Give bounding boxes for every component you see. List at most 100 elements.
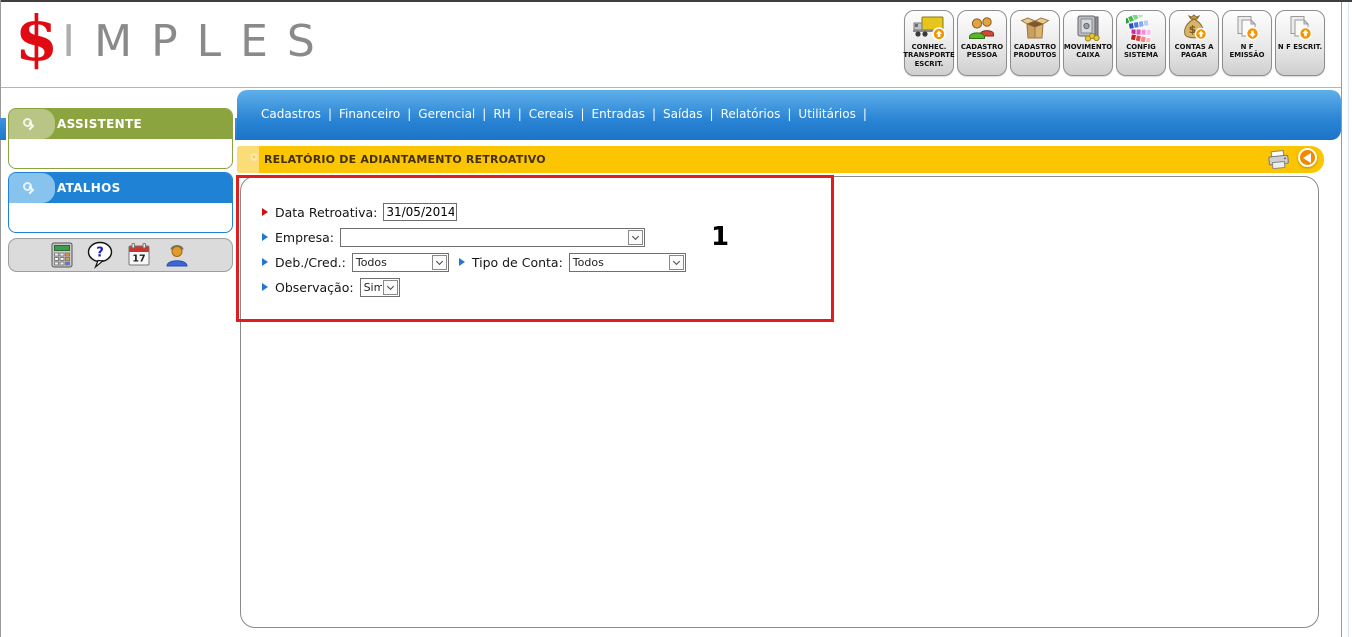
toolbar-button-n-f-emissao[interactable]: N F EMISSÃO — [1222, 10, 1272, 76]
menu-items: Cadastros | Financeiro | Gerencial | RH | Cereai… — [237, 90, 1341, 121]
menu-item-cadastros[interactable]: Cadastros — [261, 107, 321, 121]
toolbar-button-label: CONTAS A PAGAR — [1171, 43, 1217, 60]
observacao-label: Observação: — [275, 280, 354, 295]
document-up-icon — [1286, 13, 1314, 43]
menu-item-saidas[interactable]: Saídas — [663, 107, 703, 121]
bullet-icon — [459, 258, 465, 266]
bullet-icon — [262, 208, 268, 216]
atalhos-header[interactable]: ATALHOS — [9, 173, 232, 203]
deb-cred-label: Deb./Cred.: — [275, 255, 346, 270]
palette-icon — [1126, 13, 1156, 43]
empresa-select-value — [341, 229, 627, 246]
atalhos-title: ATALHOS — [57, 181, 121, 195]
toolbar-button-label: N F EMISSÃO — [1224, 43, 1270, 60]
logo-rest: MPLES — [94, 16, 334, 67]
logo-text: IMPLES — [62, 6, 334, 64]
data-retroativa-input[interactable] — [383, 203, 457, 221]
combo-dropdown-button[interactable] — [383, 280, 398, 295]
chevron-down-icon — [673, 257, 680, 264]
svg-text:?: ? — [96, 246, 104, 261]
observacao-select-value: Sim — [361, 279, 382, 296]
empresa-label: Empresa: — [275, 230, 334, 245]
window-frame-left — [0, 0, 1, 637]
menu-item-rh[interactable]: RH — [493, 107, 510, 121]
menu-item-utilitarios[interactable]: Utilitários — [798, 107, 855, 121]
calendar-icon[interactable]: 17 — [127, 242, 151, 268]
toolbar-button-cadastro-pessoa[interactable]: CADASTRO PESSOA — [957, 10, 1007, 76]
tipo-conta-select-value: Todos — [570, 254, 668, 271]
toolbar-button-n-f-escrit[interactable]: N F ESCRIT. — [1275, 10, 1325, 76]
combo-dropdown-button[interactable] — [432, 255, 447, 270]
menu-bar: Cadastros | Financeiro | Gerencial | RH | Cereai… — [237, 90, 1341, 140]
menu-item-financeiro[interactable]: Financeiro — [339, 107, 400, 121]
menu-item-relatorios[interactable]: Relatórios — [721, 107, 781, 121]
toolbar-button-config-sistema[interactable]: CONFIG SISTEMA — [1116, 10, 1166, 76]
window-frame-right — [1341, 2, 1342, 637]
toolbar-button-contas-a-pagar[interactable]: $CONTAS A PAGAR — [1169, 10, 1219, 76]
tipo-conta-select[interactable]: Todos — [569, 253, 686, 272]
header: $ IMPLES CONHEC. TRANSPORTE ESCRIT. CADAS… — [1, 2, 1341, 88]
field-empresa: Empresa: — [262, 227, 645, 247]
dollar-sign-icon: $ — [15, 6, 58, 71]
toolbar-button-label: N F ESCRIT. — [1278, 43, 1322, 51]
menu-separator: | — [581, 107, 585, 121]
deb-cred-select[interactable]: Todos — [352, 253, 449, 272]
menu-separator: | — [863, 107, 867, 121]
bullet-icon — [262, 283, 268, 291]
combo-dropdown-button[interactable] — [669, 255, 684, 270]
safe-icon — [1074, 13, 1102, 43]
toolbar-button-label: MOVIMENTO CAIXA — [1064, 43, 1112, 60]
people-icon — [967, 13, 997, 43]
application-window: $ IMPLES CONHEC. TRANSPORTE ESCRIT. CADAS… — [0, 0, 1352, 637]
toolbar-button-movimento-caixa[interactable]: MOVIMENTO CAIXA — [1063, 10, 1113, 76]
bullet-icon — [262, 233, 268, 241]
menu-item-entradas[interactable]: Entradas — [592, 107, 645, 121]
arrow-circle-icon — [23, 118, 32, 127]
help-icon[interactable]: ? — [86, 241, 114, 269]
annotation-number: 1 — [711, 222, 729, 252]
menu-separator: | — [328, 107, 332, 121]
toolbar-button-conhec-transporte-escrit[interactable]: CONHEC. TRANSPORTE ESCRIT. — [904, 10, 954, 76]
money-bag-icon: $ — [1180, 13, 1208, 43]
svg-text:17: 17 — [132, 254, 145, 265]
toolbar-button-label: CADASTRO PRODUTOS — [1012, 43, 1058, 60]
bullet-icon — [262, 258, 268, 266]
chevron-down-icon — [436, 257, 443, 264]
toolbar-button-label: CONFIG SISTEMA — [1118, 43, 1164, 60]
back-icon[interactable] — [1298, 148, 1317, 167]
empresa-select[interactable] — [340, 228, 645, 247]
field-data-retroativa: Data Retroativa: — [262, 202, 457, 222]
page-title: RELATÓRIO DE ADIANTAMENTO RETROATIVO — [264, 146, 546, 173]
data-retroativa-label: Data Retroativa: — [275, 205, 377, 220]
tipo-conta-label: Tipo de Conta: — [472, 255, 563, 270]
sidebar-panel-assistente: ASSISTENTE — [8, 108, 233, 169]
chevron-down-icon — [387, 282, 394, 289]
observacao-select[interactable]: Sim — [360, 278, 400, 297]
chevron-down-icon — [632, 232, 639, 239]
toolbar-button-label: CONHEC. TRANSPORTE ESCRIT. — [903, 43, 954, 68]
toolbar-button-label: CADASTRO PESSOA — [959, 43, 1005, 60]
box-icon — [1020, 13, 1050, 43]
menu-separator: | — [710, 107, 714, 121]
calculator-icon[interactable] — [51, 242, 73, 268]
sidebar-icon-tray: ? 17 — [8, 238, 233, 272]
user-icon[interactable] — [164, 242, 190, 268]
window-frame-gutter — [1348, 2, 1349, 637]
field-observacao: Observação: Sim — [262, 277, 400, 297]
menu-item-cereais[interactable]: Cereais — [529, 107, 574, 121]
field-deb-cred-tipo-conta: Deb./Cred.: Todos Tipo de Conta: Todos — [262, 252, 686, 272]
assistente-header[interactable]: ASSISTENTE — [9, 109, 232, 139]
assistente-title: ASSISTENTE — [57, 117, 142, 131]
logo-first-letter: I — [62, 16, 94, 67]
menu-item-gerencial[interactable]: Gerencial — [418, 107, 475, 121]
print-icon[interactable] — [1267, 150, 1291, 173]
arrow-circle-icon — [23, 182, 32, 191]
toolbar: CONHEC. TRANSPORTE ESCRIT. CADASTRO PESSO… — [904, 10, 1325, 76]
menu-separator: | — [407, 107, 411, 121]
deb-cred-select-value: Todos — [353, 254, 431, 271]
document-down-icon — [1233, 13, 1261, 43]
toolbar-button-cadastro-produtos[interactable]: CADASTRO PRODUTOS — [1010, 10, 1060, 76]
combo-dropdown-button[interactable] — [628, 230, 643, 245]
truck-icon — [911, 13, 947, 43]
section-title-bar: RELATÓRIO DE ADIANTAMENTO RETROATIVO — [237, 146, 1324, 173]
